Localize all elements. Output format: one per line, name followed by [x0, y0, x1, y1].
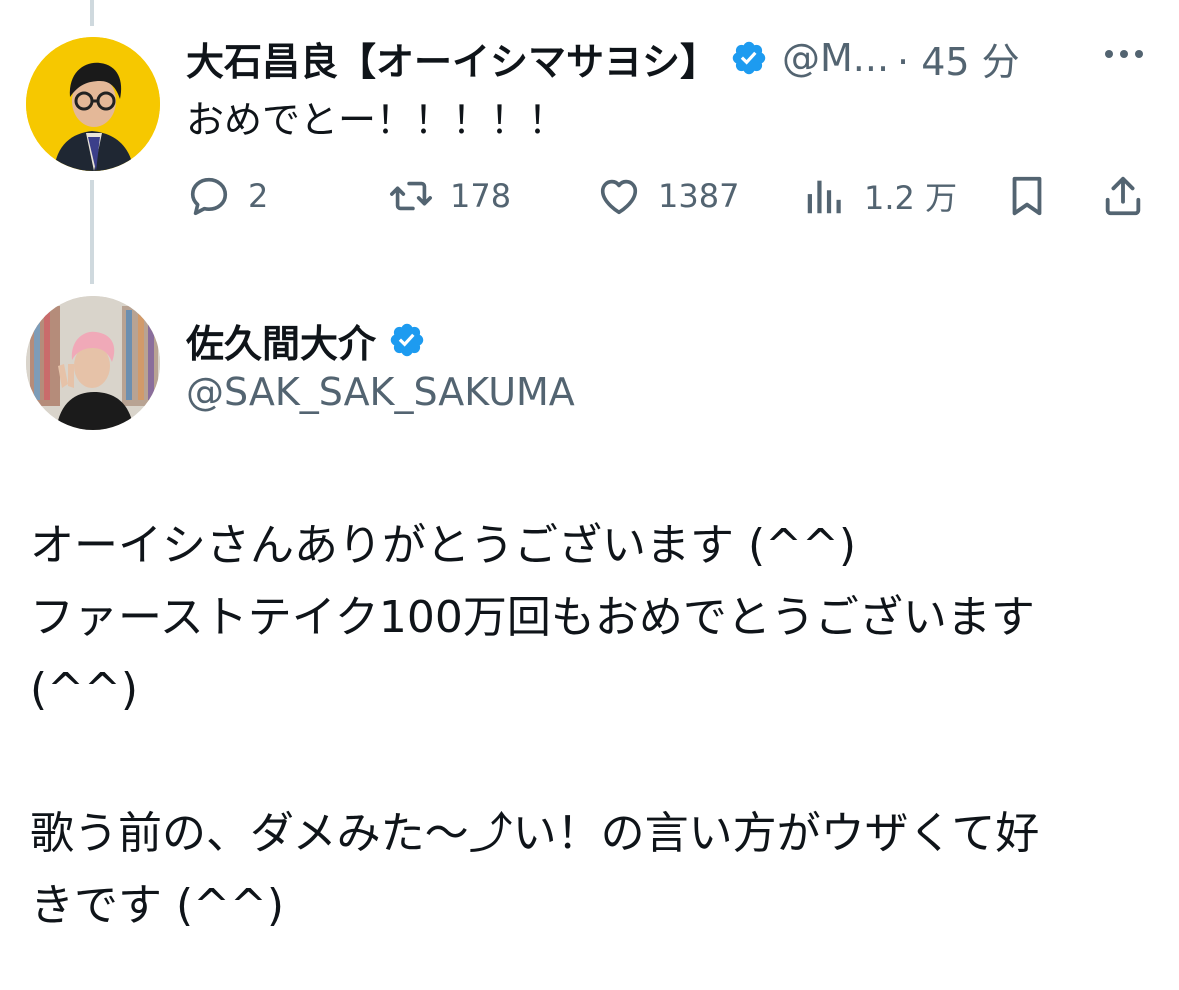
avatar[interactable]: [26, 296, 160, 430]
view-count: 1.2 万: [864, 179, 958, 217]
retweet-icon: [390, 181, 432, 211]
share-button[interactable]: [1100, 168, 1146, 224]
author-name-row: 佐久間大介: [186, 312, 426, 368]
tweet-blank-line: [30, 726, 1150, 798]
heart-icon: [600, 179, 638, 215]
reply-button[interactable]: 2: [186, 168, 268, 224]
reply-count: 2: [248, 177, 269, 215]
tweet-text-line: (^^): [30, 664, 139, 715]
thread-line: [90, 180, 94, 284]
reply-display-name[interactable]: 大石昌良【オーイシマサヨシ】: [186, 31, 718, 86]
retweet-button[interactable]: 178: [388, 168, 511, 224]
verified-badge-icon[interactable]: [730, 39, 768, 77]
more-dots-icon[interactable]: [1103, 44, 1145, 64]
author-handle[interactable]: @SAK_SAK_SAKUMA: [186, 366, 575, 418]
avatar[interactable]: [26, 37, 160, 171]
avatar-photo: [26, 37, 160, 171]
avatar-photo: [26, 296, 160, 430]
comment-icon: [190, 177, 228, 216]
tweet-body: オーイシさんありがとうございます (^^) ファーストテイク100万回もおめでと…: [30, 510, 1150, 942]
tweet-text-line: きです (^^): [30, 880, 285, 931]
reply-text: おめでとー！！！！！: [186, 98, 567, 142]
bookmark-button[interactable]: [1004, 168, 1050, 224]
share-icon: [1105, 176, 1141, 216]
analytics-icon: [807, 180, 841, 214]
reply-header: 大石昌良【オーイシマサヨシ】 @M... · 45 分: [186, 30, 1020, 86]
thread-line: [90, 0, 94, 26]
author-display-name[interactable]: 佐久間大介: [186, 313, 376, 368]
tweet-text-line: 歌う前の、ダメみた〜⤴︎い！の言い方がウザくて好: [30, 808, 1040, 859]
views-button[interactable]: 1.2 万: [802, 168, 957, 224]
like-count: 1387: [658, 177, 740, 215]
retweet-count: 178: [450, 177, 512, 215]
tweet-text-line: ファーストテイク100万回もおめでとうございます: [30, 592, 1035, 643]
tweet-text-line: オーイシさんありがとうございます (^^): [30, 520, 857, 571]
tweet-action-bar: 2 178 1387 1.2 万: [186, 168, 1146, 224]
bookmark-icon: [1012, 176, 1042, 216]
like-button[interactable]: 1387: [596, 168, 739, 224]
verified-badge-icon[interactable]: [388, 321, 426, 359]
reply-timestamp[interactable]: · 45 分: [897, 31, 1020, 86]
reply-handle[interactable]: @M...: [782, 36, 889, 80]
